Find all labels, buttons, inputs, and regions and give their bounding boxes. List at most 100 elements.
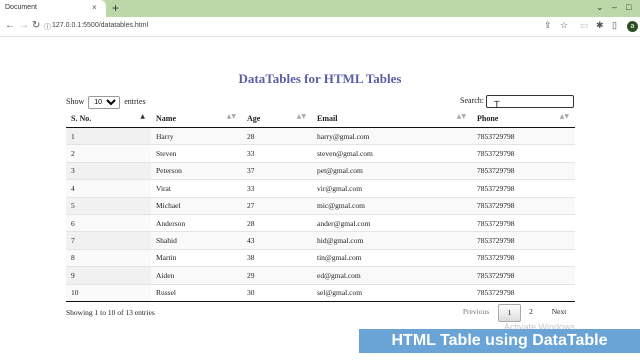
star-icon[interactable]: ☆	[560, 20, 568, 31]
table-body: 1 Harry 28 harry@gmal.com 7853729798 2 Steven…	[66, 126, 575, 302]
cell-sno: 10	[66, 283, 151, 302]
column-header-age[interactable]: Age ▲▼	[242, 110, 312, 128]
cell-phone: 7853729798	[472, 266, 575, 285]
cell-age: 37	[242, 161, 312, 180]
cell-age: 33	[242, 179, 312, 198]
cell-email: ed@gmal.com	[312, 266, 472, 285]
column-header-name[interactable]: Name ▲▼	[151, 110, 242, 128]
cell-sno: 3	[66, 161, 151, 180]
page-title: DataTables for HTML Tables	[238, 71, 402, 86]
page-button-1[interactable]: 1	[498, 304, 521, 322]
show-label: Show	[66, 97, 85, 106]
info-icon[interactable]: ⓘ	[44, 22, 51, 32]
sort-both-icon: ▲▼	[296, 113, 306, 120]
sort-both-icon: ▲▼	[226, 113, 236, 120]
minimize-icon[interactable]: –	[612, 2, 617, 12]
next-page-button[interactable]: Next	[548, 304, 570, 320]
new-tab-icon[interactable]: +	[112, 1, 119, 15]
table-row: 7 Shahid 43 hid@gmal.com 7853729798	[66, 231, 575, 250]
cell-sno: 5	[66, 196, 151, 215]
cell-age: 38	[242, 248, 312, 267]
previous-page-button[interactable]: Previous	[461, 304, 491, 320]
back-icon[interactable]: ←	[5, 20, 15, 31]
cell-phone: 7853729798	[472, 213, 575, 232]
cell-age: 29	[242, 266, 312, 285]
cell-phone: 7853729798	[472, 283, 575, 302]
tab-close-icon[interactable]: ×	[92, 3, 97, 12]
cell-email: vir@gmal.com	[312, 179, 472, 198]
table-row: 4 Virat 33 vir@gmal.com 7853729798	[66, 179, 575, 198]
sort-both-icon: ▲▼	[456, 113, 466, 120]
table-row: 2 Steven 33 steven@gmal.com 7853729798	[66, 144, 575, 163]
browser-tab-strip: Document × + ⌄ – □	[0, 0, 640, 17]
cell-name: Virat	[151, 179, 242, 198]
column-header-label: S. No.	[71, 114, 92, 123]
cell-sno: 2	[66, 144, 151, 163]
page-button-2[interactable]: 2	[524, 304, 538, 320]
data-table: S. No. ▲ Name ▲▼ Age ▲▼ Email ▲▼ Phone ▲▼ 1 Ha…	[66, 110, 575, 302]
cell-email: sel@gmal.com	[312, 283, 472, 302]
cell-email: hid@gmal.com	[312, 231, 472, 250]
share-icon[interactable]: ⇪	[544, 20, 552, 31]
forward-icon[interactable]: →	[19, 20, 29, 31]
tab-title: Document	[5, 4, 37, 11]
cell-phone: 7853729798	[472, 144, 575, 163]
browser-tab[interactable]: Document ×	[0, 0, 106, 17]
cell-phone: 7853729798	[472, 196, 575, 215]
cell-sno: 4	[66, 179, 151, 198]
cell-name: Steven	[151, 144, 242, 163]
cell-name: Michael	[151, 196, 242, 215]
browser-toolbar: ← → ↻ ⓘ 127.0.0.1:5500/datatables.html ⇪…	[0, 17, 640, 37]
cell-sno: 9	[66, 266, 151, 285]
cell-age: 30	[242, 283, 312, 302]
table-header-row: S. No. ▲ Name ▲▼ Age ▲▼ Email ▲▼ Phone ▲▼	[66, 110, 575, 128]
caption-banner: HTML Table using DataTable	[359, 329, 640, 353]
column-header-sno[interactable]: S. No. ▲	[66, 110, 151, 128]
cell-name: Anderson	[151, 213, 242, 232]
address-bar[interactable]: 127.0.0.1:5500/datatables.html	[52, 22, 148, 29]
cell-age: 28	[242, 126, 312, 145]
extension-placeholder-icon[interactable]: ▭	[580, 20, 589, 31]
cell-name: Peterson	[151, 161, 242, 180]
table-row: 10 Russel 30 sel@gmal.com 7853729798	[66, 283, 575, 302]
cell-age: 33	[242, 144, 312, 163]
length-control: Show 10 entries	[66, 96, 146, 109]
cell-sno: 8	[66, 248, 151, 267]
avatar[interactable]: a	[627, 21, 638, 32]
cell-email: tin@gmal.com	[312, 248, 472, 267]
cell-email: mic@gmal.com	[312, 196, 472, 215]
column-header-label: Age	[247, 114, 261, 123]
extensions-icon[interactable]: ✱	[596, 20, 604, 31]
column-header-label: Phone	[477, 114, 499, 123]
text-cursor-icon: Ɪ	[494, 100, 500, 111]
column-header-phone[interactable]: Phone ▲▼	[472, 110, 575, 128]
cell-phone: 7853729798	[472, 126, 575, 145]
cell-age: 27	[242, 196, 312, 215]
column-header-email[interactable]: Email ▲▼	[312, 110, 472, 128]
cell-sno: 6	[66, 213, 151, 232]
maximize-icon[interactable]: □	[626, 2, 631, 12]
cell-phone: 7853729798	[472, 161, 575, 180]
cell-email: harry@gmal.com	[312, 126, 472, 145]
cell-email: pet@gmal.com	[312, 161, 472, 180]
cell-name: Shahid	[151, 231, 242, 250]
cell-email: steven@gmal.com	[312, 144, 472, 163]
table-row: 9 Aiden 29 ed@gmal.com 7853729798	[66, 266, 575, 285]
cell-phone: 7853729798	[472, 231, 575, 250]
cell-sno: 7	[66, 231, 151, 250]
cell-phone: 7853729798	[472, 179, 575, 198]
table-row: 1 Harry 28 harry@gmal.com 7853729798	[66, 126, 575, 145]
tab-list-chevron-icon[interactable]: ⌄	[596, 2, 604, 13]
entries-select[interactable]: 10	[88, 96, 121, 109]
cell-email: ander@gmal.com	[312, 213, 472, 232]
reload-icon[interactable]: ↻	[32, 20, 40, 31]
cell-name: Aiden	[151, 266, 242, 285]
column-header-label: Name	[156, 114, 176, 123]
table-row: 3 Peterson 37 pet@gmal.com 7853729798	[66, 161, 575, 180]
cell-sno: 1	[66, 126, 151, 145]
entries-label: entries	[124, 97, 146, 106]
search-control: Search:	[460, 95, 574, 108]
cell-phone: 7853729798	[472, 248, 575, 267]
cell-age: 28	[242, 213, 312, 232]
sidebar-icon[interactable]: ▯	[612, 20, 617, 31]
